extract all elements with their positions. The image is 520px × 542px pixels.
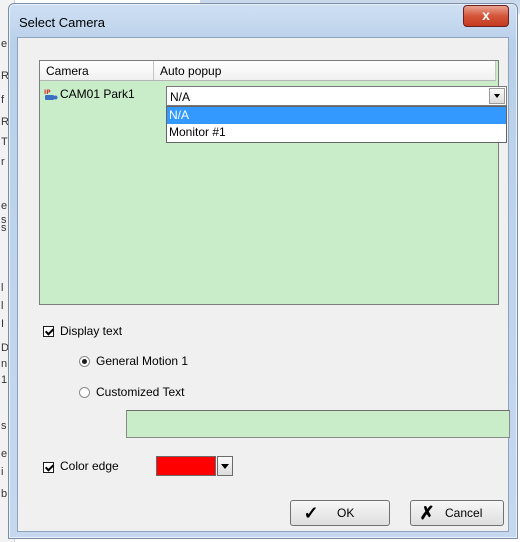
- cross-icon: ✗: [419, 502, 435, 523]
- ip-camera-icon: IP: [44, 87, 58, 101]
- customized-text-label: Customized Text: [96, 385, 185, 399]
- background-text: n: [1, 358, 8, 370]
- customized-text-radio[interactable]: [79, 387, 90, 398]
- dropdown-option-monitor-1[interactable]: Monitor #1: [167, 124, 506, 141]
- color-edge-swatch[interactable]: [156, 456, 216, 476]
- background-text: e: [1, 38, 8, 50]
- background-text: b: [1, 488, 8, 500]
- background-text: 1: [1, 374, 8, 386]
- chevron-down-icon: [221, 464, 229, 469]
- column-header-camera[interactable]: Camera: [40, 61, 154, 81]
- background-text: e: [1, 448, 8, 460]
- display-text-label: Display text: [60, 324, 123, 338]
- general-motion-radio[interactable]: [79, 356, 90, 367]
- auto-popup-value: N/A: [170, 90, 191, 104]
- camera-name: CAM01 Park1: [60, 87, 135, 101]
- auto-popup-dropdown-list: N/A Monitor #1: [166, 106, 507, 143]
- background-text: f: [1, 94, 5, 106]
- svg-text:IP: IP: [44, 89, 51, 96]
- cancel-button-label: Cancel: [445, 506, 483, 520]
- background-text: T: [1, 136, 8, 148]
- general-motion-label: General Motion 1: [96, 354, 189, 368]
- background-text: i: [1, 466, 4, 478]
- select-camera-dialog: Select Camera x Camera Auto popup IP CAM…: [8, 3, 518, 539]
- close-button[interactable]: x: [463, 5, 509, 27]
- ok-button-label: OK: [337, 506, 355, 520]
- background-text: s: [1, 420, 7, 432]
- background-text: s: [1, 222, 7, 234]
- checkmark-icon: ✓: [303, 502, 319, 523]
- dropdown-arrow-button[interactable]: [489, 88, 505, 104]
- background-text: I: [1, 318, 5, 330]
- background-text: r: [1, 156, 5, 168]
- camera-list[interactable]: Camera Auto popup IP CAM01 Park1 N/A N/A…: [39, 60, 507, 305]
- dialog-client-area: Camera Auto popup IP CAM01 Park1 N/A N/A…: [17, 37, 510, 532]
- color-edge-label: Color edge: [60, 459, 119, 473]
- dropdown-option-na[interactable]: N/A: [167, 107, 506, 124]
- customized-text-input[interactable]: [126, 410, 510, 438]
- background-text: l: [1, 300, 4, 312]
- close-icon: x: [482, 7, 490, 23]
- color-edge-checkbox[interactable]: [43, 462, 54, 473]
- background-text: l: [1, 282, 4, 294]
- column-header-auto-popup[interactable]: Auto popup: [154, 61, 496, 81]
- background-text: e: [1, 200, 8, 212]
- color-picker-dropdown-button[interactable]: [217, 456, 233, 476]
- chevron-down-icon: [494, 94, 500, 98]
- ok-button[interactable]: ✓ OK: [290, 500, 390, 526]
- auto-popup-combobox[interactable]: N/A: [166, 86, 507, 106]
- dialog-title: Select Camera: [19, 15, 105, 30]
- display-text-checkbox[interactable]: [43, 326, 54, 337]
- cancel-button[interactable]: ✗ Cancel: [410, 500, 504, 526]
- list-item-camera[interactable]: IP CAM01 Park1: [44, 85, 135, 103]
